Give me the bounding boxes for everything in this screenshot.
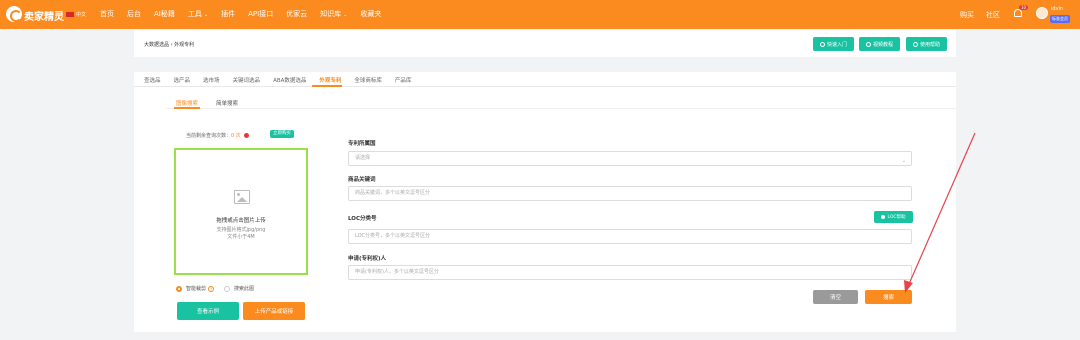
bell-icon[interactable] — [1014, 9, 1022, 17]
loc-help-button[interactable]: LOC帮助 — [874, 211, 913, 223]
smart-crop-label: 智能裁剪 — [186, 286, 207, 292]
radio-search-this-image[interactable] — [224, 285, 231, 292]
nav-item-backend[interactable]: 后台 — [127, 9, 141, 19]
tab-design-patent[interactable]: 外观专利 — [319, 76, 341, 84]
help-button[interactable]: 使用帮助 — [906, 37, 947, 51]
breadcrumb: 大数据选品 › 外观专利 — [144, 42, 195, 48]
nav-item-favorites[interactable]: 收藏夹 — [360, 9, 381, 19]
upload-title: 拖拽或点击图片上传 — [216, 218, 266, 224]
brand-name[interactable]: 卖家精灵 — [24, 8, 64, 23]
page-header: 大数据选品 › 外观专利 快速入门 视频教程 使用帮助 — [134, 30, 956, 57]
username[interactable]: idvin — [1051, 6, 1063, 12]
loc-label: LOC分类号 — [348, 216, 377, 222]
quota-info: 当前剩余查询次数：0 次 — [186, 132, 249, 139]
tab-keyword-selection[interactable]: 关键词选品 — [233, 76, 261, 84]
tab-search-products[interactable]: 查选品 — [144, 76, 161, 84]
community-link[interactable]: 社区 — [986, 10, 1000, 20]
nav-item-ai[interactable]: AI秘籍 — [154, 9, 175, 19]
help-icon — [912, 41, 918, 47]
loc-help-label: LOC帮助 — [887, 215, 906, 220]
nav-item-tools[interactable]: 工具 ⌄ — [188, 9, 208, 19]
nav-tools-label: 工具 — [187, 10, 202, 18]
applicant-label: 申请(专利权)人 — [348, 256, 387, 262]
image-icon — [234, 190, 250, 204]
member-badge: 标准会员 — [1050, 15, 1070, 23]
lightbulb-icon — [881, 215, 886, 219]
main-nav: 首页 后台 AI秘籍 工具 ⌄ 插件 API接口 优家云 知识库 ⌄ 收藏夹 — [100, 9, 381, 19]
subtab-bar: 图像搜索 简单搜索 — [176, 99, 238, 107]
subtab-simple-search[interactable]: 简单搜索 — [216, 99, 238, 107]
clear-button[interactable]: 清空 — [813, 290, 858, 304]
subtab-divider — [166, 108, 956, 109]
radio-smart-crop[interactable] — [176, 285, 182, 292]
play-icon — [819, 41, 825, 47]
alert-icon — [243, 133, 249, 138]
country-placeholder: 请选择 — [355, 155, 371, 161]
applicant-input[interactable]: 申请(专利权)人，多个以英文逗号区分 — [348, 265, 912, 280]
nav-knowledge-label: 知识库 — [320, 10, 342, 18]
help-label: 使用帮助 — [919, 41, 940, 48]
video-tutorial-label: 视频教程 — [872, 41, 893, 48]
search-button[interactable]: 搜索 — [865, 290, 912, 304]
active-tab-indicator — [312, 85, 342, 87]
video-icon — [865, 41, 871, 47]
top-nav-bar: 卖家精灵 中文 首页 后台 AI秘籍 工具 ⌄ 插件 API接口 优家云 知识库 ⌄… — [0, 0, 1080, 29]
avatar[interactable] — [1036, 7, 1048, 19]
tab-select-products[interactable]: 选产品 — [174, 76, 191, 84]
search-this-image-label: 搜索此图 — [234, 286, 255, 292]
upload-product-link-button[interactable]: 上传产品或链接 — [243, 302, 305, 320]
view-example-button[interactable]: 查看示例 — [177, 302, 239, 320]
logo-icon[interactable] — [6, 6, 22, 22]
nav-item-api[interactable]: API接口 — [248, 9, 273, 19]
quota-count: 0 次 — [231, 133, 241, 139]
chevron-down-icon: ⌄ — [343, 12, 348, 18]
quick-start-label: 快速入门 — [826, 41, 847, 48]
tab-bar: 查选品 选产品 选市场 关键词选品 ABA数据选品 外观专利 全球商标库 产品库 — [144, 76, 411, 84]
flag-icon — [66, 12, 74, 17]
chevron-down-icon: ⌄ — [901, 158, 906, 164]
quick-start-button[interactable]: 快速入门 — [813, 37, 854, 51]
subtab-image-search[interactable]: 图像搜索 — [176, 99, 198, 107]
language-selector[interactable]: 中文 — [66, 11, 86, 18]
chevron-down-icon: ⌄ — [203, 12, 209, 18]
nav-item-plugin[interactable]: 插件 — [221, 9, 235, 19]
loc-input[interactable]: LOC分类号，多个以英文逗号区分 — [348, 229, 912, 244]
main-panel: 查选品 选产品 选市场 关键词选品 ABA数据选品 外观专利 全球商标库 产品库… — [134, 72, 956, 332]
tab-aba-selection[interactable]: ABA数据选品 — [273, 76, 306, 84]
country-label: 专利所属国 — [348, 141, 376, 147]
tab-divider — [134, 86, 956, 87]
tab-select-market[interactable]: 选市场 — [203, 76, 220, 84]
language-label: 中文 — [76, 12, 87, 18]
active-subtab-indicator — [174, 107, 200, 109]
nav-item-cloud[interactable]: 优家云 — [286, 9, 307, 19]
help-question-icon[interactable]: ? — [208, 285, 215, 292]
quota-label: 当前剩余查询次数： — [186, 133, 232, 139]
buy-link[interactable]: 购买 — [960, 10, 974, 20]
image-upload-dropzone[interactable]: 拖拽或点击图片上传 支持图片格式jpg/png 文件小于4M — [174, 148, 308, 275]
upload-size-hint: 文件小于4M — [227, 234, 255, 240]
top-right-links: 购买 社区 — [960, 10, 1000, 20]
nav-item-home[interactable]: 首页 — [100, 9, 114, 19]
country-select[interactable]: 请选择 ⌄ — [348, 151, 912, 166]
crop-options: 智能裁剪 ? 搜索此图 — [176, 285, 254, 292]
tab-trademark[interactable]: 全球商标库 — [354, 76, 382, 84]
keyword-input[interactable]: 商品关键词，多个以英文逗号区分 — [348, 186, 912, 201]
keyword-label: 商品关键词 — [348, 177, 376, 183]
tab-product-library[interactable]: 产品库 — [395, 76, 412, 84]
buy-now-button[interactable]: 立即购买 — [270, 130, 294, 138]
upload-format-hint: 支持图片格式jpg/png — [216, 227, 266, 233]
video-tutorial-button[interactable]: 视频教程 — [859, 37, 900, 51]
nav-item-knowledge[interactable]: 知识库 ⌄ — [320, 9, 347, 19]
notification-badge: 10 — [1019, 5, 1029, 10]
